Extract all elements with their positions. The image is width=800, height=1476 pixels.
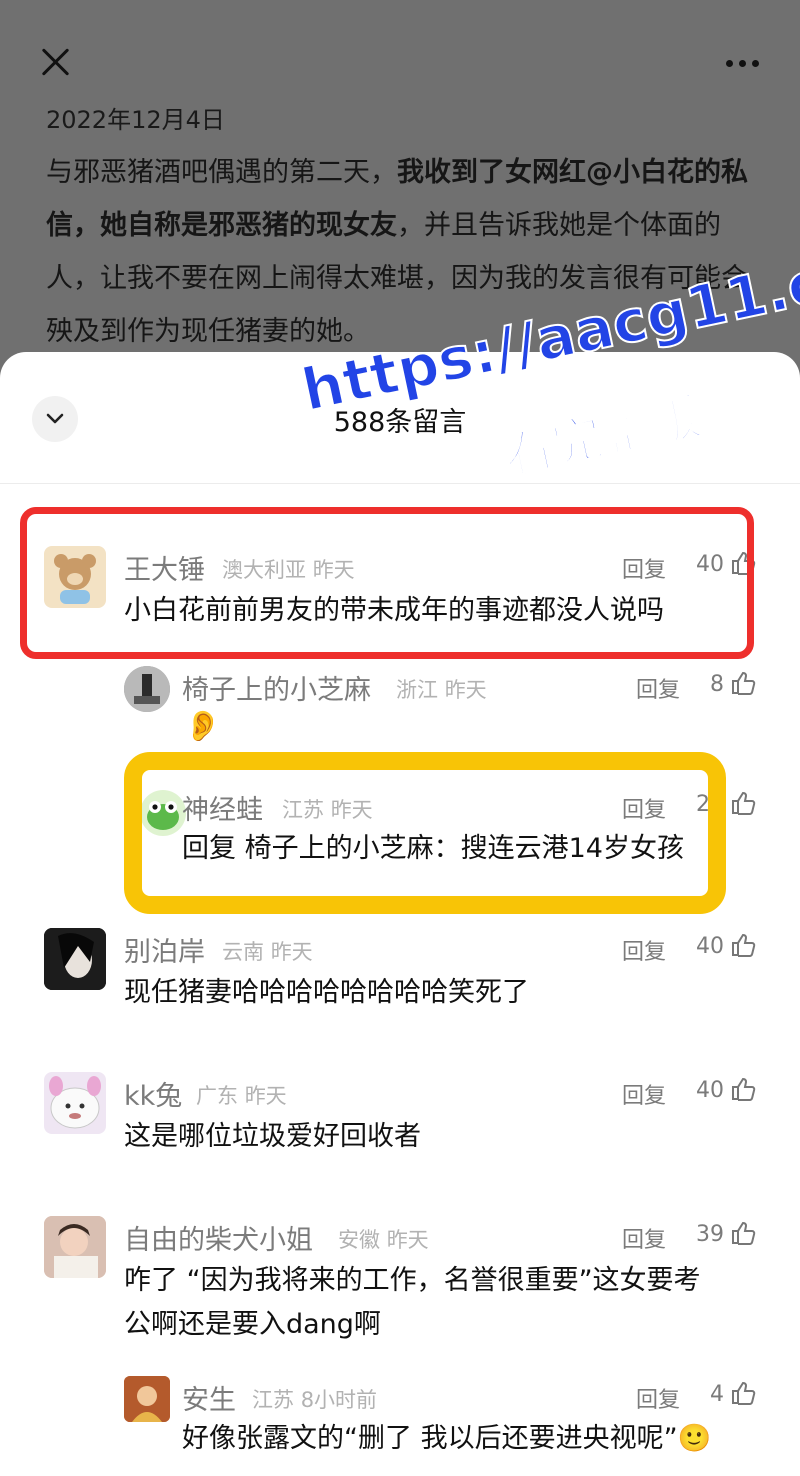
highlight-box-yellow — [124, 752, 726, 914]
reply-button[interactable]: 回复 — [622, 1222, 666, 1254]
thumbs-up-icon[interactable] — [730, 1380, 756, 1406]
avatar[interactable] — [44, 928, 106, 990]
highlight-box-red — [20, 507, 754, 659]
username[interactable]: kk兔 — [124, 1074, 182, 1113]
avatar[interactable] — [44, 1216, 106, 1278]
like-count: 40 — [696, 1078, 724, 1103]
thumbs-up-icon[interactable] — [730, 1220, 756, 1246]
comment-text: 这是哪位垃圾爱好回收者 — [124, 1121, 421, 1152]
sheet-header: 588条留言 — [0, 352, 800, 484]
reply-button[interactable]: 回复 — [636, 672, 680, 704]
avatar[interactable] — [124, 1376, 170, 1422]
comment-meta: 浙江 昨天 — [396, 678, 487, 702]
like-count: 4 — [710, 1382, 724, 1407]
reply-button[interactable]: 回复 — [636, 1382, 680, 1414]
close-icon[interactable] — [38, 44, 74, 80]
username[interactable]: 自由的柴犬小姐 — [124, 1218, 313, 1257]
reply-button[interactable]: 回复 — [622, 934, 666, 966]
comment-count: 588条留言 — [333, 407, 467, 438]
comment-meta: 云南 昨天 — [222, 940, 313, 964]
comment-meta: 安徽 昨天 — [338, 1228, 429, 1252]
like-count: 40 — [696, 934, 724, 959]
comment-text: 公啊还是要入dang啊 — [124, 1309, 381, 1340]
comment-text: 👂 — [184, 709, 222, 744]
thumbs-up-icon[interactable] — [730, 932, 756, 958]
username[interactable]: 别泊岸 — [124, 930, 205, 969]
article-background: 2022年12月4日 与邪恶猪酒吧偶遇的第二天，我收到了女网红@小白花的私信，她… — [0, 0, 800, 380]
avatar[interactable] — [44, 1072, 106, 1134]
username[interactable]: 椅子上的小芝麻 — [182, 668, 371, 707]
comment-meta: 广东 昨天 — [196, 1084, 287, 1108]
comment-text: 现任猪妻哈哈哈哈哈哈哈哈笑死了 — [124, 977, 529, 1008]
article-paragraph: 与邪恶猪酒吧偶遇的第二天，我收到了女网红@小白花的私信，她自称是邪恶猪的现女友，… — [46, 157, 748, 347]
like-count: 39 — [696, 1222, 724, 1247]
more-icon[interactable] — [726, 60, 766, 70]
comments-sheet: 588条留言 王大锤 澳大利亚 昨天 回复 40 小白花前前男友的带未成年的事迹… — [0, 352, 800, 1476]
comment-text: 好像张露文的“删了 我以后还要进央视呢”🙂 — [182, 1423, 712, 1454]
comment-text: 咋了 “因为我将来的工作，名誉很重要”这女要考 — [124, 1265, 701, 1296]
thumbs-up-icon[interactable] — [730, 670, 756, 696]
article-date: 2022年12月4日 — [46, 106, 225, 134]
comment-meta: 江苏 8小时前 — [252, 1388, 378, 1412]
avatar[interactable] — [124, 666, 170, 712]
thumbs-up-icon[interactable] — [730, 790, 756, 816]
thumbs-up-icon[interactable] — [730, 1076, 756, 1102]
username[interactable]: 安生 — [182, 1378, 236, 1417]
like-count: 8 — [710, 672, 724, 697]
reply-button[interactable]: 回复 — [622, 1078, 666, 1110]
